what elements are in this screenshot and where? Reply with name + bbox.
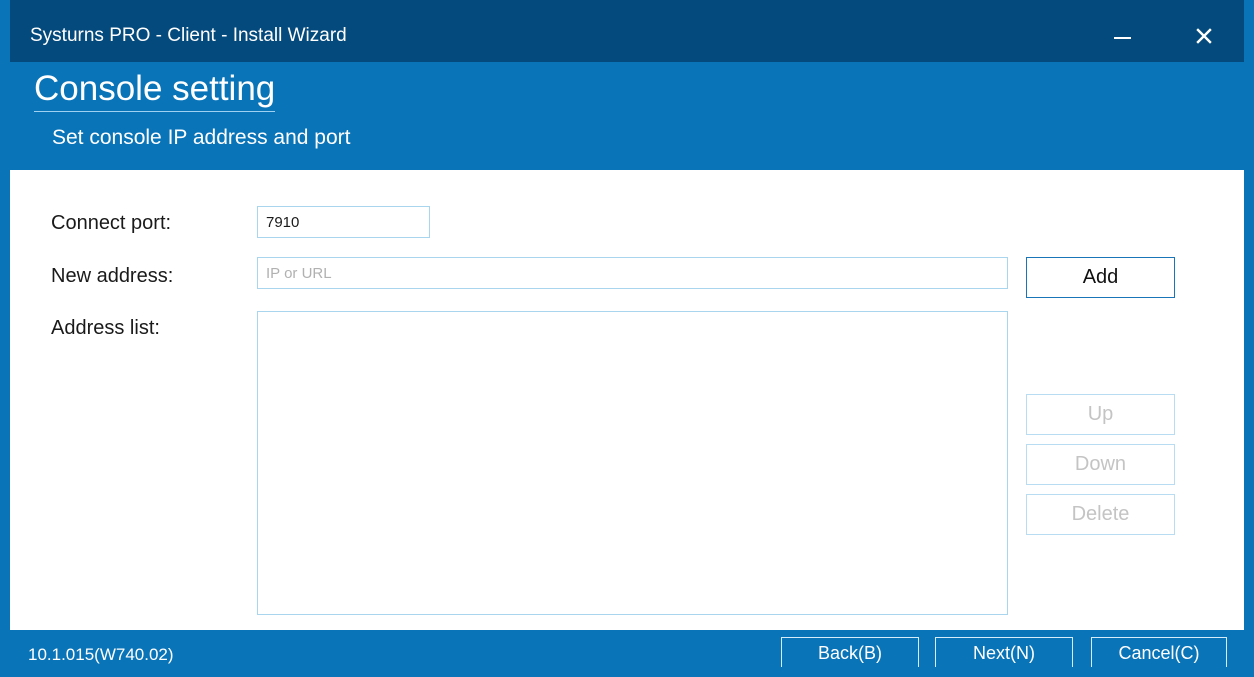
minimize-button[interactable]: [1100, 16, 1144, 56]
up-button[interactable]: Up: [1026, 394, 1175, 435]
address-list-label: Address list:: [51, 317, 160, 339]
version-label: 10.1.015(W740.02): [28, 645, 174, 664]
title-bar[interactable]: Systurns PRO - Client - Install Wizard: [10, 0, 1244, 62]
close-icon: [1196, 28, 1212, 44]
connect-port-label: Connect port:: [51, 212, 172, 234]
new-address-input[interactable]: [257, 257, 1008, 289]
address-list[interactable]: [257, 311, 1008, 615]
down-button[interactable]: Down: [1026, 444, 1175, 485]
add-button[interactable]: Add: [1026, 257, 1175, 298]
wizard-footer: 10.1.015(W740.02) Back(B) Next(N) Cancel…: [10, 630, 1244, 667]
back-button[interactable]: Back(B): [781, 637, 919, 667]
delete-button[interactable]: Delete: [1026, 494, 1175, 535]
wizard-header: Console setting Set console IP address a…: [10, 62, 1244, 170]
cancel-button[interactable]: Cancel(C): [1091, 637, 1227, 667]
page-subtitle: Set console IP address and port: [52, 126, 351, 149]
connect-port-input[interactable]: [257, 206, 430, 238]
new-address-label: New address:: [51, 265, 174, 287]
next-button[interactable]: Next(N): [935, 637, 1073, 667]
close-button[interactable]: [1182, 16, 1226, 56]
window-title: Systurns PRO - Client - Install Wizard: [30, 25, 347, 46]
wizard-content: Connect port: New address: Address list:…: [10, 170, 1244, 630]
install-wizard-window: Systurns PRO - Client - Install Wizard C…: [0, 0, 1254, 677]
minimize-icon: [1113, 37, 1131, 39]
page-title: Console setting: [34, 68, 276, 112]
